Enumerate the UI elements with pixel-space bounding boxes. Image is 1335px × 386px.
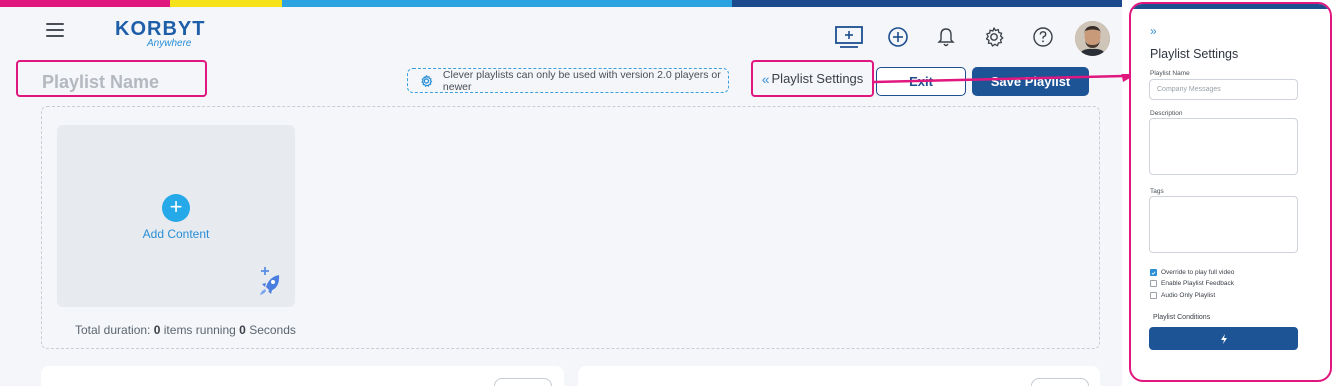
menu-icon[interactable] <box>46 23 64 37</box>
override-full-video-checkbox[interactable]: Override to play full video <box>1150 269 1234 276</box>
clever-playlist-notice: Clever playlists can only be used with v… <box>407 68 729 93</box>
checkbox-label: Override to play full video <box>1161 269 1235 276</box>
playlist-settings-panel: » Playlist Settings Playlist Name Compan… <box>1129 2 1332 382</box>
seconds-count: 0 <box>239 323 246 337</box>
items-count: 0 <box>153 323 161 337</box>
total-duration: Total duration: 0 items running 0 Second… <box>75 323 296 337</box>
side-panel-topbar <box>1131 4 1330 9</box>
add-content-card[interactable]: + Add Content <box>57 125 295 307</box>
bottom-panel-left-button[interactable] <box>494 378 552 386</box>
double-chevron-left-icon: « <box>761 70 770 87</box>
playlist-settings-label: Playlist Settings <box>771 71 864 86</box>
playlist-name-input[interactable]: Playlist Name <box>16 60 207 97</box>
items-text: items running <box>163 323 236 337</box>
audio-only-checkbox[interactable]: Audio Only Playlist <box>1150 292 1215 299</box>
seconds-text: Seconds <box>249 323 296 337</box>
korbyt-logo[interactable]: KORBYT Anywhere <box>115 19 210 53</box>
help-icon[interactable] <box>1030 24 1056 50</box>
playlist-editor: KORBYT Anywhere Playlist Name Clever pla… <box>0 0 1122 386</box>
playlist-name-field[interactable]: Company Messages <box>1149 79 1298 100</box>
tags-label: Tags <box>1150 188 1164 195</box>
double-chevron-right-icon[interactable]: » <box>1150 24 1157 38</box>
logo-wordmark: KORBYT <box>115 18 206 40</box>
description-field[interactable] <box>1149 118 1298 175</box>
checkbox-unchecked-icon[interactable] <box>1150 280 1157 287</box>
brand-color-bar <box>0 0 1122 7</box>
notice-text: Clever playlists can only be used with v… <box>442 68 721 93</box>
checkbox-label: Enable Playlist Feedback <box>1161 280 1234 287</box>
checkbox-unchecked-icon[interactable] <box>1150 292 1157 299</box>
add-content-label[interactable]: Add Content <box>57 227 295 241</box>
playlist-name-label: Playlist Name <box>1150 70 1190 77</box>
logo-subtitle: Anywhere <box>147 38 192 49</box>
checkbox-checked-icon[interactable] <box>1150 269 1157 276</box>
rocket-icon[interactable] <box>257 265 283 302</box>
total-prefix: Total duration: <box>75 323 151 337</box>
description-label: Description <box>1150 110 1183 117</box>
top-navigation-bar: KORBYT Anywhere <box>0 7 1122 57</box>
playlist-conditions-label: Playlist Conditions <box>1153 314 1211 321</box>
lightning-icon <box>1220 333 1227 344</box>
playlist-settings-button[interactable]: « Playlist Settings <box>751 60 874 97</box>
clever-gear-icon <box>421 74 433 87</box>
bottom-panel-left <box>41 366 564 386</box>
checkbox-label: Audio Only Playlist <box>1161 292 1216 299</box>
plus-circle-icon[interactable] <box>885 24 911 50</box>
screenshot-stage: KORBYT Anywhere Playlist Name Clever pla… <box>0 0 1335 386</box>
gear-icon[interactable] <box>981 24 1007 50</box>
bottom-panel-right <box>578 366 1100 386</box>
playlist-name-placeholder: Company Messages <box>1157 86 1221 93</box>
monitor-add-icon[interactable] <box>834 24 864 50</box>
playlist-feedback-checkbox[interactable]: Enable Playlist Feedback <box>1150 280 1234 287</box>
bell-icon[interactable] <box>933 24 959 50</box>
user-avatar[interactable] <box>1075 21 1110 56</box>
bottom-panel-right-button[interactable] <box>1031 378 1089 386</box>
tags-field[interactable] <box>1149 196 1298 253</box>
callout-arrow <box>874 74 1134 84</box>
add-plus-icon[interactable]: + <box>162 194 190 222</box>
side-panel-title: Playlist Settings <box>1150 47 1239 61</box>
playlist-conditions-button[interactable] <box>1149 327 1298 350</box>
